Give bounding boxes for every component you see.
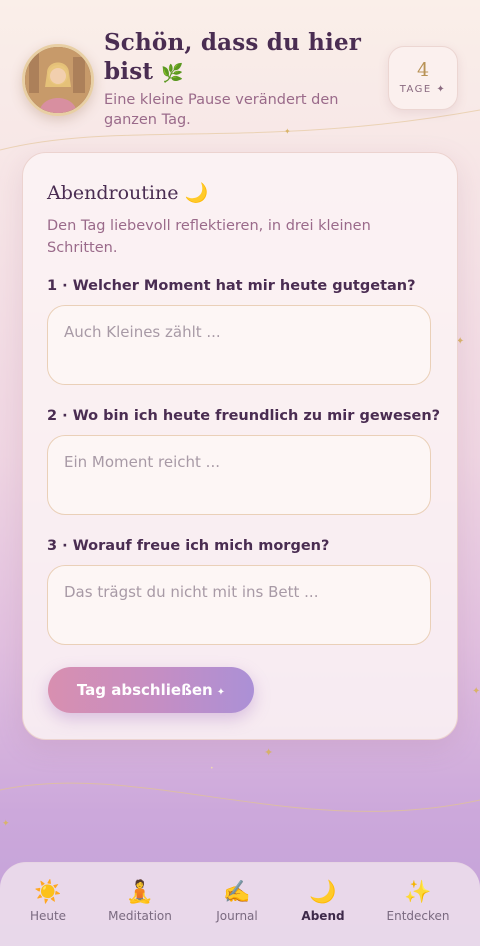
tab-journal[interactable]: ✍️ Journal xyxy=(197,879,277,923)
moon-icon: 🌙 xyxy=(184,182,209,204)
answer-placeholder-3: Das trägst du nicht mit ins Bett ... xyxy=(64,583,319,601)
tab-label-abend: Abend xyxy=(301,909,345,923)
tab-entdecken[interactable]: ✨ Entdecken xyxy=(378,879,458,923)
meditation-icon: 🧘 xyxy=(126,880,154,905)
answer-placeholder-2: Ein Moment reicht ... xyxy=(64,453,220,471)
sun-icon: ☀️ xyxy=(34,880,62,905)
writing-hand-icon: ✍️ xyxy=(223,880,251,905)
evening-routine-card: Abendroutine 🌙 Den Tag liebevoll reflekt… xyxy=(22,152,458,740)
sparkle-icon: ✦ xyxy=(216,687,226,698)
finish-day-button[interactable]: Tag abschließen ✦ xyxy=(48,667,254,713)
title-text: Schön, dass du hier bist xyxy=(104,29,362,85)
moon-icon: 🌙 xyxy=(309,880,337,905)
user-photo-icon xyxy=(25,47,91,113)
answer-placeholder-1: Auch Kleines zählt ... xyxy=(64,323,221,341)
streak-count: 4 xyxy=(416,59,430,81)
card-title: Abendroutine 🌙 xyxy=(47,181,208,204)
svg-text:✦: ✦ xyxy=(2,819,10,829)
page-subtitle: Eine kleine Pause verändert den ganzen T… xyxy=(104,92,339,128)
answer-field-2[interactable]: Ein Moment reicht ... xyxy=(47,435,431,515)
leaf-icon: 🌿 xyxy=(161,63,185,84)
avatar[interactable] xyxy=(22,44,94,116)
tab-label-meditation: Meditation xyxy=(108,909,172,923)
bottom-tab-bar: ☀️ Heute 🧘 Meditation ✍️ Journal 🌙 Abend… xyxy=(0,862,480,946)
answer-field-1[interactable]: Auch Kleines zählt ... xyxy=(47,305,431,385)
tab-label-heute: Heute xyxy=(29,909,67,923)
page-title: Schön, dass du hier bist 🌿 xyxy=(104,28,364,88)
svg-text:✦: ✦ xyxy=(472,686,480,697)
header: Schön, dass du hier bist 🌿 Eine kleine P… xyxy=(22,28,458,132)
tab-label-journal: Journal xyxy=(216,909,258,923)
question-label-1: 1 · Welcher Moment hat mir heute gutgeta… xyxy=(47,278,416,294)
sparkles-icon: ✨ xyxy=(404,880,432,905)
tab-label-entdecken: Entdecken xyxy=(386,909,450,923)
streak-badge[interactable]: 4 TAGE ✦ xyxy=(388,46,458,110)
card-title-text: Abendroutine xyxy=(47,182,179,204)
finish-day-label: Tag abschließen xyxy=(76,681,213,699)
tab-heute[interactable]: ☀️ Heute xyxy=(8,879,88,923)
card-description: Den Tag liebevoll reflektieren, in drei … xyxy=(47,218,371,256)
streak-label: TAGE ✦ xyxy=(399,84,447,95)
svg-text:✦: ✦ xyxy=(264,746,273,759)
answer-field-3[interactable]: Das trägst du nicht mit ins Bett ... xyxy=(47,565,431,645)
tab-meditation[interactable]: 🧘 Meditation xyxy=(100,879,180,923)
question-label-2: 2 · Wo bin ich heute freundlich zu mir g… xyxy=(47,408,441,424)
tab-abend[interactable]: 🌙 Abend xyxy=(283,879,363,923)
question-label-3: 3 · Worauf freue ich mich morgen? xyxy=(47,538,330,554)
svg-text:•: • xyxy=(210,765,214,772)
